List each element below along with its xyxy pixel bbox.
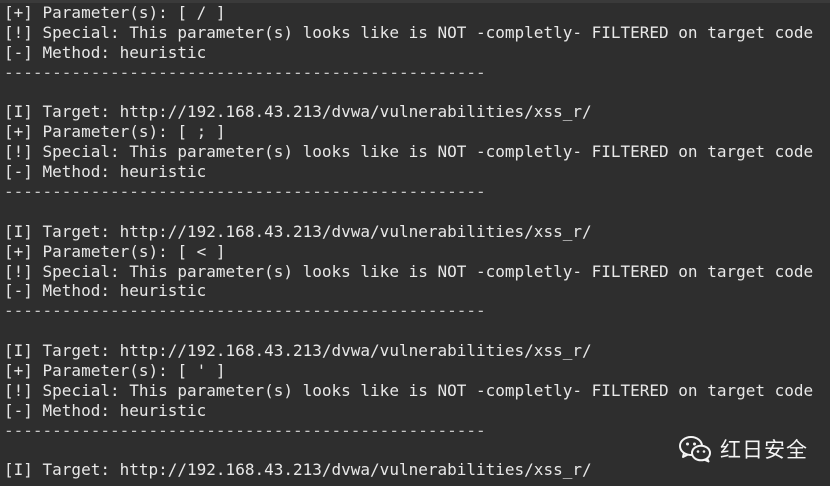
- watermark-text: 红日安全: [720, 438, 808, 462]
- terminal-line: [+] Parameter(s): [ ; ]: [4, 122, 226, 142]
- terminal-line: [!] Special: This parameter(s) looks lik…: [4, 380, 814, 400]
- terminal-line: [-] Method: heuristic: [4, 42, 207, 62]
- terminal-window[interactable]: [+] Parameter(s): [ / ] [!] Special: This…: [0, 0, 830, 486]
- terminal-line: [+] Parameter(s): [ / ]: [4, 3, 226, 22]
- terminal-line: [!] Special: This parameter(s) looks lik…: [4, 142, 814, 162]
- terminal-line: [-] Method: heuristic: [4, 162, 207, 182]
- wechat-icon: [679, 436, 711, 463]
- terminal-line: [!] Special: This parameter(s) looks lik…: [4, 22, 814, 42]
- terminal-line: [I] Target: http://192.168.43.213/dvwa/v…: [4, 341, 592, 361]
- terminal-line: [!] Special: This parameter(s) looks lik…: [4, 261, 814, 281]
- terminal-line: [+] Parameter(s): [ < ]: [4, 241, 226, 261]
- terminal-line: [I] Target: http://192.168.43.213/dvwa/v…: [4, 221, 592, 241]
- terminal-line: [+] Parameter(s): [ ' ]: [4, 361, 226, 381]
- watermark: 红日安全: [678, 434, 808, 464]
- terminal-line: [-] Method: heuristic: [4, 400, 207, 420]
- terminal-line: [-] Method: heuristic: [4, 281, 207, 301]
- separator-line: ----------------------------------------…: [4, 182, 486, 202]
- terminal-output: [+] Parameter(s): [ / ] [!] Special: This…: [4, 3, 813, 480]
- separator-line: ----------------------------------------…: [4, 301, 486, 321]
- terminal-line: [I] Target: http://192.168.43.213/dvwa/v…: [4, 102, 592, 122]
- separator-line: ----------------------------------------…: [4, 62, 486, 82]
